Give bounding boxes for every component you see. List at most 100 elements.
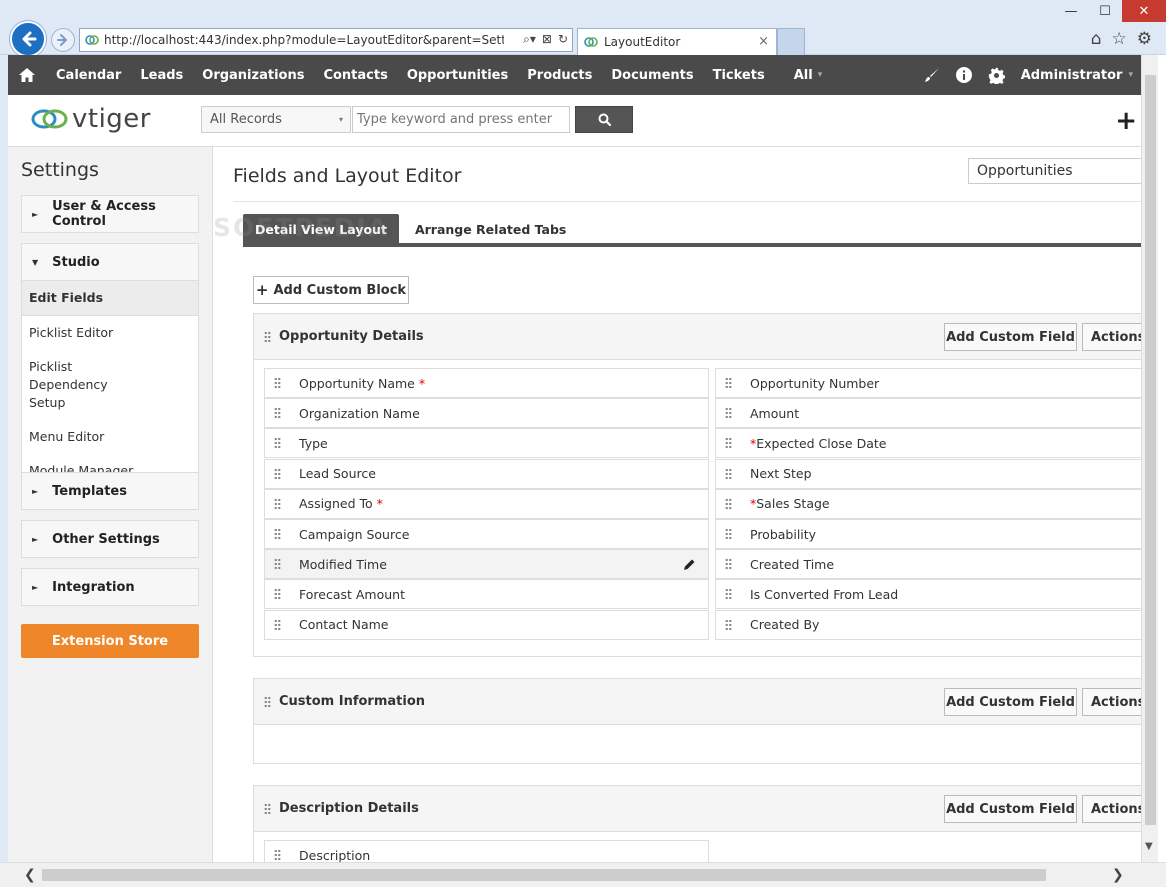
add-custom-field-button[interactable]: Add Custom Field [944,795,1077,823]
layout-field[interactable]: Contact Name [264,609,709,640]
layout-field[interactable]: Forecast Amount [264,579,709,610]
user-menu[interactable]: Administrator ▾ [1021,68,1133,83]
drag-handle-icon[interactable] [274,497,281,510]
sidebar-item-picklist-dependency[interactable]: Picklist Dependency Setup [22,350,152,420]
drag-handle-icon[interactable] [725,497,732,510]
nav-tickets[interactable]: Tickets [703,55,774,95]
scroll-down-arrow-icon[interactable]: ▼ [1145,841,1153,852]
pencil-edit-icon[interactable] [683,558,696,571]
address-bar[interactable]: http://localhost:443/index.php?module=La… [79,28,573,52]
drag-handle-icon[interactable] [274,467,281,480]
vtiger-logo[interactable]: vtiger [30,104,151,134]
search-button[interactable] [575,106,633,133]
actions-button[interactable]: Actions [1082,688,1141,716]
refresh-icon[interactable]: ↻ [558,32,568,47]
settings-gear-icon[interactable] [988,67,1005,84]
drag-handle-icon[interactable] [725,618,732,631]
info-icon[interactable] [955,67,972,83]
nav-products[interactable]: Products [517,55,601,95]
horizontal-scrollbar[interactable]: ❮ ❯ [0,862,1166,887]
nav-all[interactable]: All ▾ [774,55,832,95]
drag-handle-icon[interactable] [264,695,271,708]
global-search-input[interactable] [352,106,570,133]
new-tab-button[interactable] [777,28,805,55]
favorites-star-icon[interactable]: ☆ [1112,29,1127,49]
drag-handle-icon[interactable] [274,528,281,540]
vertical-scrollbar[interactable]: ▼ [1141,55,1158,862]
drag-handle-icon[interactable] [274,407,281,420]
drag-handle-icon[interactable] [725,377,732,389]
sidebar-item-edit-fields[interactable]: Edit Fields [22,281,198,316]
layout-field[interactable]: Assigned To * [264,488,709,519]
vertical-scroll-thumb[interactable] [1145,75,1156,825]
brush-icon[interactable] [924,67,940,83]
maximize-button[interactable]: ☐ [1088,0,1122,22]
layout-field[interactable]: Amount [715,398,1141,429]
sidebar-group-head-other-settings[interactable]: ► Other Settings [22,521,198,557]
sidebar-group-head-integration[interactable]: ► Integration [22,569,198,605]
drag-handle-icon[interactable] [274,588,281,601]
sidebar-group-head-studio[interactable]: ▼ Studio [22,244,198,280]
drag-handle-icon[interactable] [264,330,271,343]
layout-field[interactable]: Modified Time [264,549,709,580]
layout-field[interactable]: Type [264,428,709,459]
layout-field[interactable]: Next Step [715,458,1141,489]
compat-view-icon[interactable]: ⊠ [542,32,552,47]
close-button[interactable]: ✕ [1122,0,1166,22]
forward-button[interactable] [51,28,75,52]
drag-handle-icon[interactable] [725,467,732,480]
drag-handle-icon[interactable] [274,437,281,450]
layout-field[interactable]: Opportunity Number [715,368,1141,398]
add-custom-field-button[interactable]: Add Custom Field [944,688,1077,716]
browser-tab[interactable]: LayoutEditor × [577,28,777,55]
app-home-icon[interactable] [8,55,46,95]
drag-handle-icon[interactable] [725,558,732,571]
layout-field[interactable]: Organization Name [264,398,709,429]
tab-close-icon[interactable]: × [758,34,769,49]
back-button[interactable] [10,21,46,57]
scroll-left-arrow-icon[interactable]: ❮ [24,867,36,883]
scroll-right-arrow-icon[interactable]: ❯ [1112,867,1124,883]
tab-detail-view-layout[interactable]: Detail View Layout [243,214,399,244]
layout-field[interactable]: *Sales Stage [715,488,1141,519]
drag-handle-icon[interactable] [274,618,281,631]
sidebar-item-menu-editor[interactable]: Menu Editor [22,420,198,454]
quick-create-plus-icon[interactable]: + [1115,108,1137,134]
actions-button[interactable]: Actions [1082,795,1141,823]
add-custom-field-button[interactable]: Add Custom Field [944,323,1077,351]
drag-handle-icon[interactable] [725,528,732,540]
add-custom-block-button[interactable]: + Add Custom Block [253,276,409,304]
nav-contacts[interactable]: Contacts [313,55,396,95]
search-scope-select[interactable]: All Records ▾ [201,106,351,133]
drag-handle-icon[interactable] [274,849,281,861]
nav-calendar[interactable]: Calendar [46,55,130,95]
extension-store-button[interactable]: Extension Store [21,624,199,658]
drag-handle-icon[interactable] [274,377,281,389]
module-select[interactable]: Opportunities [968,158,1141,184]
layout-field[interactable]: Created By [715,609,1141,640]
minimize-button[interactable]: — [1054,0,1088,22]
nav-opportunities[interactable]: Opportunities [397,55,517,95]
sidebar-item-picklist-editor[interactable]: Picklist Editor [22,316,198,350]
drag-handle-icon[interactable] [725,588,732,601]
nav-documents[interactable]: Documents [601,55,702,95]
horizontal-scroll-thumb[interactable] [42,869,1046,881]
layout-field[interactable]: Is Converted From Lead [715,579,1141,610]
nav-organizations[interactable]: Organizations [192,55,313,95]
layout-field[interactable]: Created Time [715,549,1141,580]
drag-handle-icon[interactable] [725,437,732,450]
layout-field[interactable]: *Expected Close Date [715,428,1141,459]
drag-handle-icon[interactable] [725,407,732,420]
layout-field[interactable]: Campaign Source [264,519,709,549]
layout-field[interactable]: Lead Source [264,458,709,489]
layout-field[interactable]: Description [264,840,709,862]
search-dropdown-icon[interactable]: ⌕▾ [523,32,536,47]
sidebar-group-head-templates[interactable]: ► Templates [22,473,198,509]
layout-field[interactable]: Probability [715,519,1141,549]
tab-arrange-related-tabs[interactable]: Arrange Related Tabs [399,214,578,244]
actions-button[interactable]: Actions [1082,323,1141,351]
drag-handle-icon[interactable] [274,558,281,571]
nav-leads[interactable]: Leads [130,55,192,95]
layout-field[interactable]: Opportunity Name * [264,368,709,398]
tools-gear-icon[interactable]: ⚙ [1137,29,1152,49]
